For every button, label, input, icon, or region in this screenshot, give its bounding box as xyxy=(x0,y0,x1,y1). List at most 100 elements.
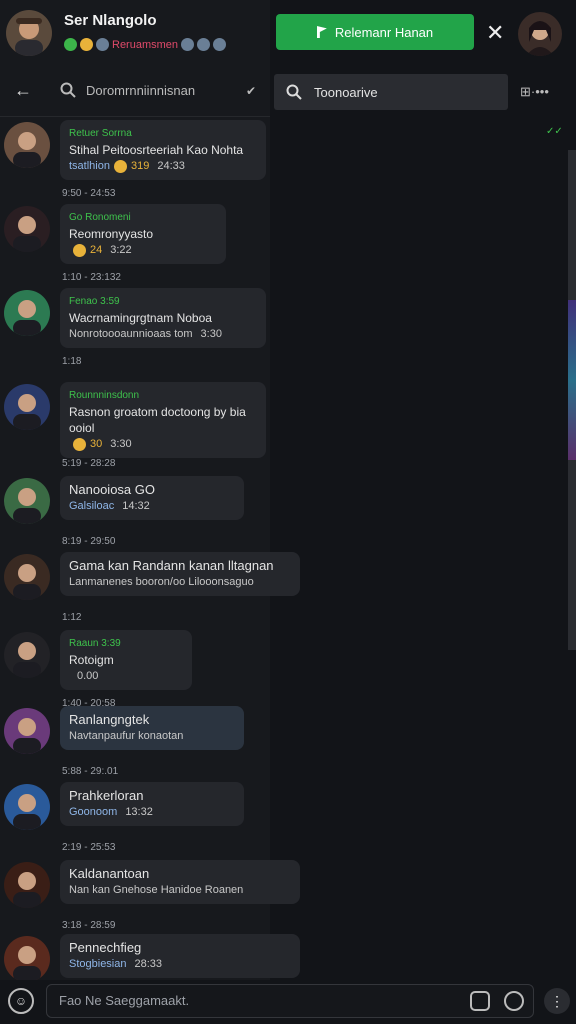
green-smile-icon xyxy=(64,38,77,51)
message-text: Rotoigm xyxy=(69,653,114,667)
message-bubble[interactable]: Go Ronomeni Reomronyyasto 24 3:22 xyxy=(60,204,226,264)
reaction-icon[interactable] xyxy=(73,437,86,451)
date-stamp: 1:10 - 23:132 xyxy=(62,272,121,283)
sender-avatar[interactable] xyxy=(4,478,50,524)
message-text: Reomronyyasto xyxy=(69,227,154,241)
message-meta: 0.00 xyxy=(69,668,183,684)
date-stamp: 1:12 xyxy=(62,612,82,623)
message-meta: Nan kan Gnehose Hanidoe Roanen xyxy=(69,882,291,898)
sender-avatar[interactable] xyxy=(4,122,50,168)
meta-label: Navtanpaufur konaotan xyxy=(69,730,184,742)
sender-avatar[interactable] xyxy=(4,290,50,336)
message-text: Ranlangngtek xyxy=(69,712,150,727)
chat-search[interactable]: Doromrnniinnisnan xyxy=(60,82,195,98)
search-placeholder: Doromrnniinnisnan xyxy=(86,82,196,98)
message-bubble[interactable]: Rounnninsdonn Rasnon groatom doctoong by … xyxy=(60,382,266,458)
chat-title: Ser Nlangolo xyxy=(64,12,157,29)
camera-icon[interactable] xyxy=(504,991,524,1011)
message-bubble[interactable]: Prahkerloran Goonoom 13:32 xyxy=(60,782,244,826)
message-bubble[interactable]: Fenao 3:59 Wacrnamingrgtnam Noboa Nonrotoo… xyxy=(60,288,266,348)
message-input[interactable]: Fao Ne Saeggamaakt. xyxy=(46,984,534,1018)
reaction-count: 30 xyxy=(90,438,103,450)
message-time: 3:30 xyxy=(200,328,222,340)
emoji-icon[interactable]: ☺ xyxy=(8,988,34,1014)
sender-name: Rounnninsdonn xyxy=(69,390,140,401)
avatar-mini-icon xyxy=(197,38,211,51)
conversation-search-input[interactable]: Toonoarive xyxy=(274,74,508,110)
sender-avatar[interactable] xyxy=(4,784,50,830)
read-check-icon: ✓✓ xyxy=(546,126,563,137)
sender-avatar[interactable] xyxy=(4,554,50,600)
meta-label: Nan kan Gnehose Hanidoe Roanen xyxy=(69,884,244,896)
message-time: 0.00 xyxy=(77,670,99,682)
header-avatar[interactable] xyxy=(6,10,52,56)
search-icon xyxy=(286,84,302,100)
date-stamp: 2:19 - 25:53 xyxy=(62,842,116,853)
conversation-panel xyxy=(270,0,576,1024)
chat-header: Ser Nlangolo Reruamsmen xyxy=(0,0,270,70)
message-bubble[interactable]: Kaldanantoan Nan kan Gnehose Hanidoe Roan… xyxy=(60,860,300,904)
meta-label: Lanmanenes booron/oo Lilooonsaguo xyxy=(69,576,254,588)
message-bubble[interactable]: Raaun 3:39 Rotoigm 0.00 xyxy=(60,630,192,690)
message-text: Prahkerloran xyxy=(69,788,144,803)
smile-icon xyxy=(80,38,93,51)
date-stamp: 3:18 - 28:59 xyxy=(62,920,116,931)
sender-avatar[interactable] xyxy=(4,632,50,678)
reaction-icon[interactable] xyxy=(113,159,127,173)
message-time: 14:32 xyxy=(122,500,150,512)
reaction-count: 319 xyxy=(130,160,150,172)
subtitle-label: Reruamsmen xyxy=(112,38,179,51)
meta-label: Goonoom xyxy=(69,806,118,818)
message-meta: Galsiloac 14:32 xyxy=(69,498,235,514)
sender-name: Raaun 3:39 xyxy=(69,638,121,649)
chat-subtitle: Reruamsmen xyxy=(64,38,227,51)
message-meta: Goonoom 13:32 xyxy=(69,804,235,820)
message-meta: Navtanpaufur konaotan xyxy=(69,728,235,744)
sender-avatar[interactable] xyxy=(4,708,50,754)
message-time: 28:33 xyxy=(134,958,163,970)
meta-label: tsatlhion xyxy=(69,160,110,172)
scrollbar-thumb[interactable] xyxy=(568,300,576,460)
message-meta: Stogbiesian 28:33 xyxy=(69,956,291,972)
sender-name: Retuer Sorrna xyxy=(69,128,132,139)
message-bubble[interactable]: Gama kan Randann kanan lltagnan Lanmanene… xyxy=(60,552,300,596)
reaction-icon[interactable] xyxy=(73,243,86,257)
message-meta: tsatlhion 319 24:33 xyxy=(69,158,257,174)
date-stamp: 5:88 - 29:.01 xyxy=(62,766,119,777)
meta-label: Nonrotoooaunnioaas tom xyxy=(69,328,193,340)
message-text: Nanooiosa GO xyxy=(69,482,155,497)
message-time: 3:22 xyxy=(110,244,132,256)
back-arrow-icon[interactable]: ← xyxy=(14,80,32,101)
date-stamp: 1:18 xyxy=(62,356,82,367)
sender-avatar[interactable] xyxy=(4,862,50,908)
view-menu-icon[interactable]: ⊞·••• xyxy=(520,84,549,100)
message-meta: 24 3:22 xyxy=(69,242,217,258)
message-bubble[interactable]: Nanooiosa GO Galsiloac 14:32 xyxy=(60,476,244,520)
message-bubble[interactable]: Ranlangngtek Navtanpaufur konaotan xyxy=(60,706,244,750)
primary-action-button[interactable]: Relemanr Hanan xyxy=(276,14,474,50)
contact-avatar[interactable] xyxy=(518,12,562,56)
conversation-search-text: Toonoarive xyxy=(314,84,378,100)
message-text: Stihal Peitoosrteeriah Kao Nohta xyxy=(69,143,244,157)
message-bubble[interactable]: Retuer Sorrna Stihal Peitoosrteeriah Kao … xyxy=(60,120,266,180)
sender-avatar[interactable] xyxy=(4,206,50,252)
message-text-continued: ooiol xyxy=(69,421,95,435)
sender-avatar[interactable] xyxy=(4,384,50,430)
more-icon[interactable]: ⋮ xyxy=(544,988,570,1014)
message-time: 24:33 xyxy=(157,160,185,172)
message-meta: Lanmanenes booron/oo Lilooonsaguo xyxy=(69,574,291,590)
sender-name: Go Ronomeni xyxy=(69,212,131,223)
close-icon[interactable]: ✕ xyxy=(486,20,504,46)
message-bubble[interactable]: Pennechfieg Stogbiesian 28:33 xyxy=(60,934,300,978)
sender-avatar[interactable] xyxy=(4,936,50,982)
check-icon[interactable]: ✔ xyxy=(246,84,256,98)
date-stamp: 5:19 - 28:28 xyxy=(62,458,116,469)
avatar-mini-icon xyxy=(213,38,227,51)
message-time: 3:30 xyxy=(110,438,132,450)
search-icon xyxy=(60,82,76,98)
message-meta: Nonrotoooaunnioaas tom 3:30 xyxy=(69,326,257,342)
message-meta: 30 3:30 xyxy=(69,436,257,452)
message-text: Pennechfieg xyxy=(69,940,142,955)
attach-icon[interactable] xyxy=(470,991,490,1011)
avatar-mini-icon xyxy=(181,38,195,51)
